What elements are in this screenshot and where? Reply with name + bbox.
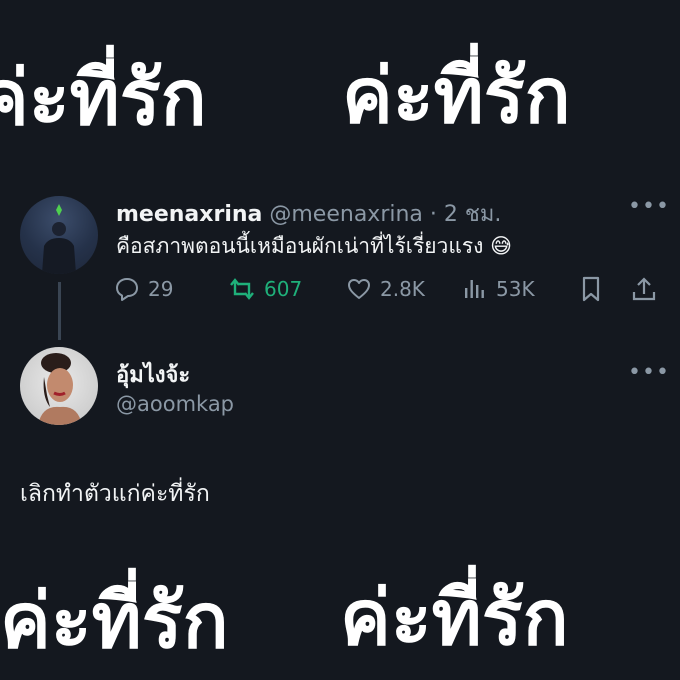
caption-top-right: ค่ะที่รัก (342, 51, 571, 140)
bookmark-button[interactable] (578, 274, 604, 304)
heart-icon (348, 279, 370, 299)
retweet-button[interactable]: 607 (228, 274, 302, 304)
tweet-separator: · (429, 202, 437, 227)
person-avatar-icon (42, 204, 76, 274)
reply-user-display-name[interactable]: อุ้มไงจ้ะ (116, 357, 190, 392)
tweet-body: คือสภาพตอนนี้เหมือนผักเน่าที่ไร้เรี่ยวแร… (116, 234, 484, 258)
views-chart-icon (465, 280, 484, 298)
tweet-header: meenaxrina @meenaxrina · 2 ชม. (116, 196, 501, 231)
share-button[interactable] (630, 274, 658, 304)
retweet-count: 607 (264, 277, 303, 301)
avatar[interactable] (20, 347, 98, 425)
caption-top-left: ค่ะที่รัก (0, 53, 207, 142)
avatar[interactable] (20, 196, 98, 274)
reply-count: 29 (148, 277, 174, 301)
caption-bottom-left: ค่ะที่รัก (0, 576, 229, 665)
reply-icon (116, 278, 138, 301)
bookmark-icon (582, 276, 600, 302)
like-button[interactable]: 2.8K (346, 274, 425, 304)
more-options-icon[interactable]: ••• (628, 360, 670, 385)
person-avatar-icon (38, 353, 82, 425)
reply-user-handle[interactable]: @aoomkap (116, 392, 234, 416)
sweat-smile-emoji: 😅 (490, 234, 512, 258)
tweet-time[interactable]: 2 ชม. (444, 202, 501, 227)
retweet-icon (230, 278, 254, 300)
caption-bottom-right: ค่ะที่รัก (340, 573, 569, 662)
share-icon (632, 277, 656, 301)
tweet-handle[interactable]: @meenaxrina (269, 202, 423, 227)
view-count: 53K (496, 277, 535, 301)
tweet-actions: 29 607 2.8K 53K (0, 274, 680, 304)
reply-button[interactable]: 29 (114, 274, 173, 304)
tweet-display-name[interactable]: meenaxrina (116, 202, 262, 227)
reply-text: เลิกทำตัวแก่ค่ะที่รัก (20, 481, 210, 507)
like-count: 2.8K (380, 277, 425, 301)
tweet-text: คือสภาพตอนนี้เหมือนผักเน่าที่ไร้เรี่ยวแร… (116, 230, 512, 263)
more-options-icon[interactable]: ••• (628, 194, 670, 219)
views-button[interactable]: 53K (462, 274, 535, 304)
